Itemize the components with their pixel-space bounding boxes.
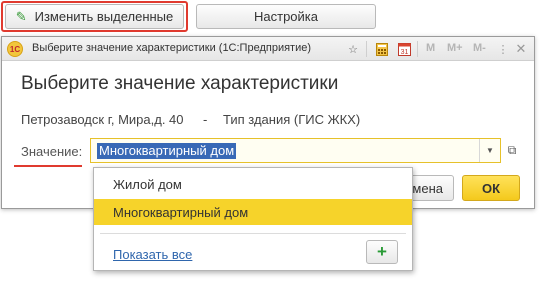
calendar-icon[interactable]: 31 xyxy=(396,41,412,57)
edit-selected-button[interactable]: ✎ Изменить выделенные xyxy=(5,4,184,29)
calculator-icon[interactable] xyxy=(374,41,390,57)
page-title: Выберите значение характеристики xyxy=(21,73,339,94)
edit-selected-label: Изменить выделенные xyxy=(34,9,174,24)
pencil-icon: ✎ xyxy=(15,8,27,24)
ok-label: ОК xyxy=(481,180,501,196)
svg-text:31: 31 xyxy=(400,49,408,56)
settings-label: Настройка xyxy=(254,9,318,24)
value-label-annotation-underline xyxy=(14,165,82,167)
value-field-label: Значение: xyxy=(21,144,83,159)
dialog-titlebar: 1С Выберите значение характеристики (1С:… xyxy=(2,37,534,61)
settings-button[interactable]: Настройка xyxy=(196,4,376,29)
dropdown-option-residential-house[interactable]: Жилой дом xyxy=(94,171,412,197)
memory-minus-button[interactable]: M- xyxy=(473,42,486,54)
add-value-button[interactable]: + xyxy=(366,240,398,264)
dropdown-option-apartment-building[interactable]: Многоквартирный дом xyxy=(94,199,412,225)
dialog-title: Выберите значение характеристики (1С:Пре… xyxy=(32,42,312,54)
dropdown-option-label: Многоквартирный дом xyxy=(113,204,249,220)
memory-plus-button[interactable]: M+ xyxy=(447,42,463,54)
show-all-link[interactable]: Показать все xyxy=(113,247,192,262)
memory-button[interactable]: M xyxy=(426,42,435,54)
ok-button[interactable]: ОК xyxy=(462,175,520,201)
dropdown-option-label: Жилой дом xyxy=(113,176,182,192)
value-dropdown: Жилой дом Многоквартирный дом Показать в… xyxy=(93,167,413,271)
titlebar-divider xyxy=(417,41,418,57)
plus-icon: + xyxy=(377,242,387,261)
close-icon[interactable]: ✕ xyxy=(513,41,529,57)
separator-dash: - xyxy=(203,112,208,127)
value-select-field[interactable]: Многоквартирный дом ▼ xyxy=(90,138,501,163)
characteristic-name: Тип здания (ГИС ЖКХ) xyxy=(223,112,361,127)
open-value-icon[interactable]: ⧉ xyxy=(503,141,521,159)
value-select-text: Многоквартирный дом xyxy=(97,143,237,159)
address-text: Петрозаводск г, Мира,д. 40 xyxy=(21,112,184,127)
titlebar-divider xyxy=(366,41,367,57)
dropdown-divider xyxy=(100,233,406,234)
chevron-down-icon[interactable]: ▼ xyxy=(479,139,500,162)
more-icon[interactable]: ⋮ xyxy=(495,41,511,57)
star-icon[interactable]: ☆ xyxy=(345,41,361,57)
1c-logo-icon: 1С xyxy=(7,41,23,57)
logo-text: 1С xyxy=(9,44,21,54)
